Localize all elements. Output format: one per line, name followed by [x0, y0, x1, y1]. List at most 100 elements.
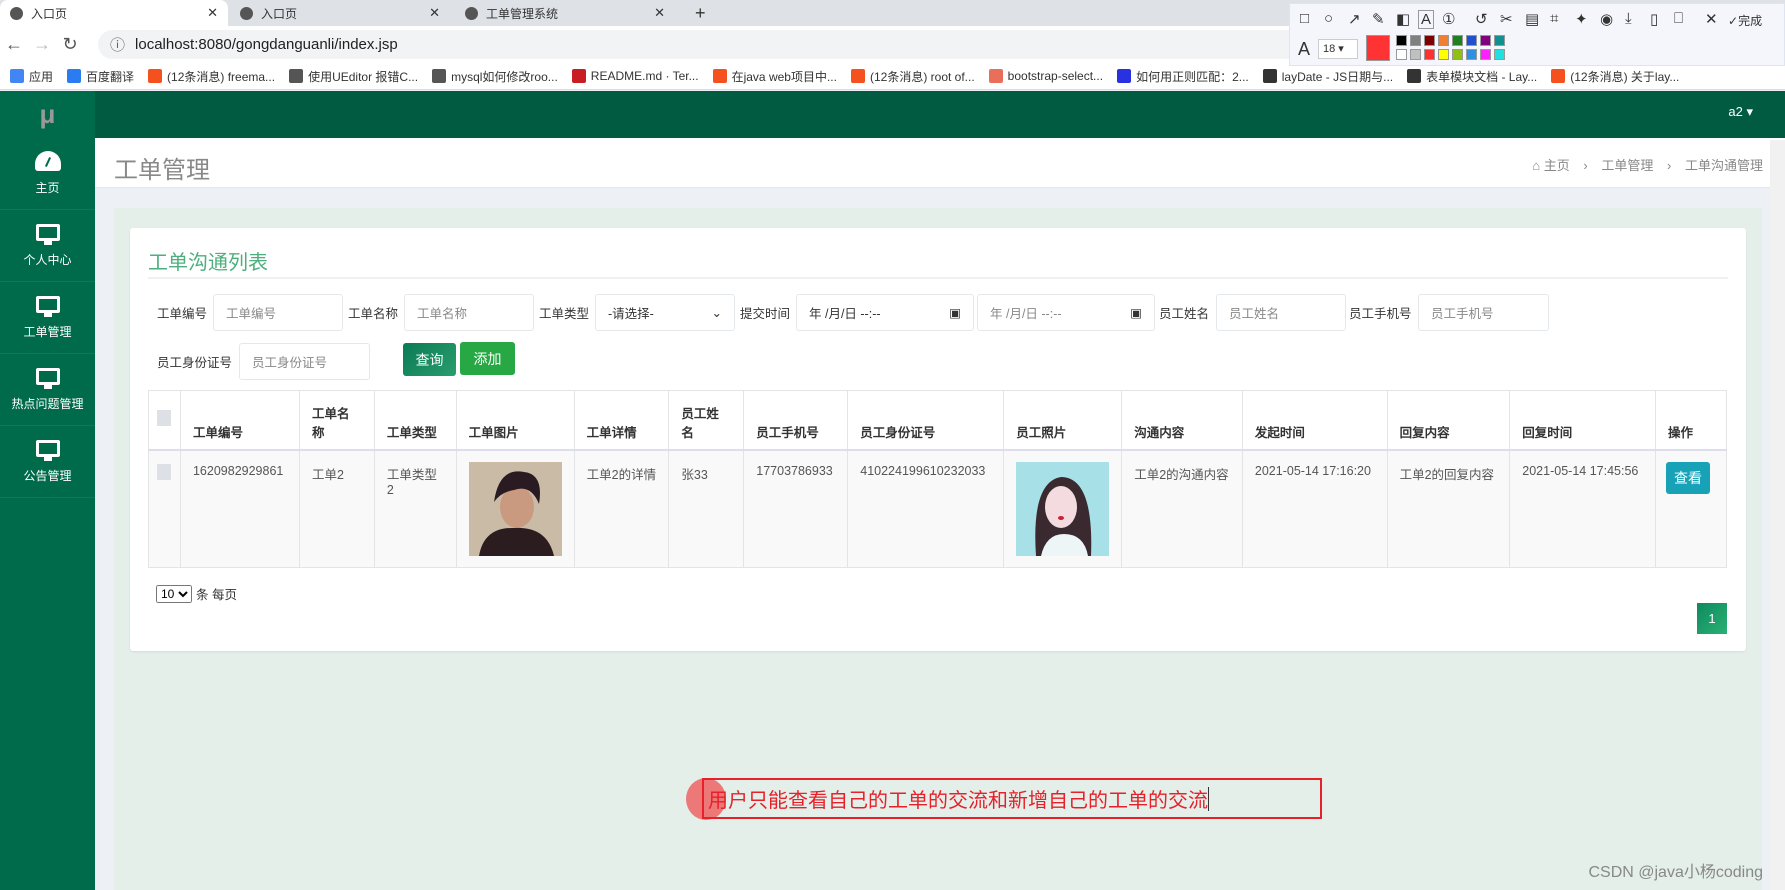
breadcrumb-home[interactable]: 主页: [1544, 158, 1570, 173]
order-type-select[interactable]: -请选择- ⌄: [595, 294, 735, 331]
order-no-input[interactable]: 工单编号: [213, 294, 343, 331]
bookmark-label: 表单模块文档 - Lay...: [1426, 69, 1538, 84]
app-logo: μ: [0, 91, 95, 138]
bookmark-item[interactable]: bootstrap-select...: [988, 69, 1103, 83]
color-swatch[interactable]: [1396, 35, 1407, 46]
color-swatch[interactable]: [1452, 49, 1463, 60]
color-swatch[interactable]: [1410, 35, 1421, 46]
sidebar-item-hot-issues[interactable]: 热点问题管理: [0, 354, 95, 426]
tab-entry-2[interactable]: 入口页 ✕: [230, 0, 450, 26]
cut-icon[interactable]: ✂: [1500, 10, 1513, 28]
bookmark-label: 百度翻译: [86, 69, 135, 84]
color-swatch[interactable]: [1438, 49, 1449, 60]
number-icon[interactable]: ①: [1442, 10, 1455, 28]
back-icon[interactable]: ←: [0, 34, 28, 55]
record-icon[interactable]: ◉: [1600, 10, 1613, 28]
date-value: 年 /月/日 --:--: [809, 307, 881, 321]
scrollbar[interactable]: [1770, 140, 1785, 890]
close-tab-icon[interactable]: ✕: [654, 5, 665, 21]
undo-icon[interactable]: ↺: [1475, 10, 1488, 28]
breadcrumb-orders[interactable]: 工单管理: [1601, 158, 1653, 173]
column-header: 沟通内容: [1121, 390, 1243, 451]
column-header: 员工手机号: [743, 390, 849, 451]
color-swatch[interactable]: [1424, 35, 1435, 46]
pencil-icon[interactable]: ✎: [1372, 10, 1385, 28]
sidebar-item-home[interactable]: 主页: [0, 138, 95, 210]
csdn-icon: [148, 69, 163, 83]
add-button[interactable]: 添加: [460, 342, 515, 375]
submit-time-to[interactable]: 年 /月/日 --:-- ▣: [977, 294, 1155, 331]
bookmark-item[interactable]: 使用UEditor 报错C...: [289, 68, 418, 85]
divider: [148, 277, 1728, 279]
cancel-icon[interactable]: ✕: [1705, 10, 1718, 28]
page-1-button[interactable]: 1: [1697, 603, 1727, 634]
csdn-icon: [712, 69, 727, 83]
column-header: 员工姓名: [668, 390, 745, 451]
phone-icon[interactable]: ▯: [1650, 10, 1658, 28]
done-button[interactable]: ✓完成: [1728, 12, 1762, 29]
color-swatch[interactable]: [1438, 35, 1449, 46]
color-swatch[interactable]: [1494, 35, 1505, 46]
font-size-select[interactable]: 18 ▾: [1318, 39, 1358, 59]
staff-name-input[interactable]: 员工姓名: [1216, 294, 1346, 331]
submit-time-from[interactable]: 年 /月/日 --:-- ▣: [796, 294, 974, 331]
bookmark-item[interactable]: 表单模块文档 - Lay...: [1407, 68, 1537, 85]
color-swatch[interactable]: [1452, 35, 1463, 46]
watermark: CSDN @java小杨coding: [1588, 864, 1763, 881]
sidebar-item-notices[interactable]: 公告管理: [0, 426, 95, 498]
calendar-icon[interactable]: ▣: [1130, 305, 1142, 320]
pin-icon[interactable]: ✦: [1575, 10, 1588, 28]
bookmark-item[interactable]: 百度翻译: [67, 68, 134, 85]
order-name-input[interactable]: 工单名称: [404, 294, 534, 331]
row-checkbox[interactable]: [157, 463, 171, 480]
color-swatch[interactable]: [1480, 35, 1491, 46]
bookmark-item[interactable]: layDate - JS日期与...: [1262, 68, 1393, 85]
translate-icon[interactable]: ⌗: [1550, 10, 1558, 27]
bookmark-item[interactable]: 应用: [10, 68, 53, 85]
color-swatch[interactable]: [1466, 49, 1477, 60]
view-button[interactable]: 查看: [1666, 461, 1710, 494]
arrow-icon[interactable]: ↗: [1348, 10, 1361, 28]
forward-icon[interactable]: →: [28, 34, 56, 55]
annotation-textbox[interactable]: 用户只能查看自己的工单的交流和新增自己的工单的交流: [702, 778, 1322, 819]
calendar-icon[interactable]: ▣: [949, 305, 961, 320]
new-tab-button[interactable]: +: [685, 0, 716, 26]
url-text: localhost:8080/gongdanguanli/index.jsp: [135, 36, 398, 53]
staff-id-input[interactable]: 员工身份证号: [239, 343, 370, 380]
color-swatch[interactable]: [1480, 49, 1491, 60]
ocr-icon[interactable]: ▤: [1525, 10, 1539, 28]
bookmark-icon[interactable]: ⎕: [1674, 10, 1683, 27]
page-size-select[interactable]: 10: [156, 584, 192, 603]
bookmark-item[interactable]: mysql如何修改roo...: [432, 68, 558, 85]
sidebar-item-profile[interactable]: 个人中心: [0, 210, 95, 282]
tab-entry-1[interactable]: 入口页 ✕: [0, 0, 228, 26]
close-tab-icon[interactable]: ✕: [207, 5, 218, 21]
select-all-checkbox[interactable]: [157, 410, 171, 427]
user-menu[interactable]: a2 ▾: [1728, 104, 1753, 120]
staff-phone-input[interactable]: 员工手机号: [1418, 294, 1549, 331]
button-label: 查询: [415, 351, 444, 368]
rectangle-icon[interactable]: □: [1300, 10, 1309, 27]
color-swatch[interactable]: [1424, 49, 1435, 60]
bookmark-item[interactable]: (12条消息) freema...: [148, 68, 275, 85]
bookmark-item[interactable]: 如何用正则匹配：2...: [1117, 68, 1249, 85]
color-swatch[interactable]: [1396, 49, 1407, 60]
color-swatch[interactable]: [1410, 49, 1421, 60]
sidebar-item-orders[interactable]: 工单管理: [0, 282, 95, 354]
baidu-icon: [1117, 69, 1132, 83]
text-icon[interactable]: A: [1418, 10, 1435, 29]
tab-system[interactable]: 工单管理系统 ✕: [455, 0, 675, 26]
query-button[interactable]: 查询: [403, 343, 456, 376]
mosaic-icon[interactable]: ◧: [1396, 10, 1410, 28]
reload-icon[interactable]: ↻: [56, 34, 84, 55]
bookmark-item[interactable]: (12条消息) root of...: [850, 68, 975, 85]
cell-order-no: 1620982929861: [179, 449, 300, 568]
color-swatch[interactable]: [1494, 49, 1505, 60]
bookmark-item[interactable]: README.md · Ter...: [571, 69, 699, 83]
bookmark-item[interactable]: 在java web项目中...: [712, 68, 837, 85]
color-swatch[interactable]: [1466, 35, 1477, 46]
download-icon[interactable]: ⤓: [1625, 10, 1632, 27]
close-tab-icon[interactable]: ✕: [429, 5, 440, 21]
ellipse-icon[interactable]: ○: [1324, 10, 1333, 27]
bookmark-item[interactable]: (12条消息) 关于lay...: [1551, 68, 1679, 85]
